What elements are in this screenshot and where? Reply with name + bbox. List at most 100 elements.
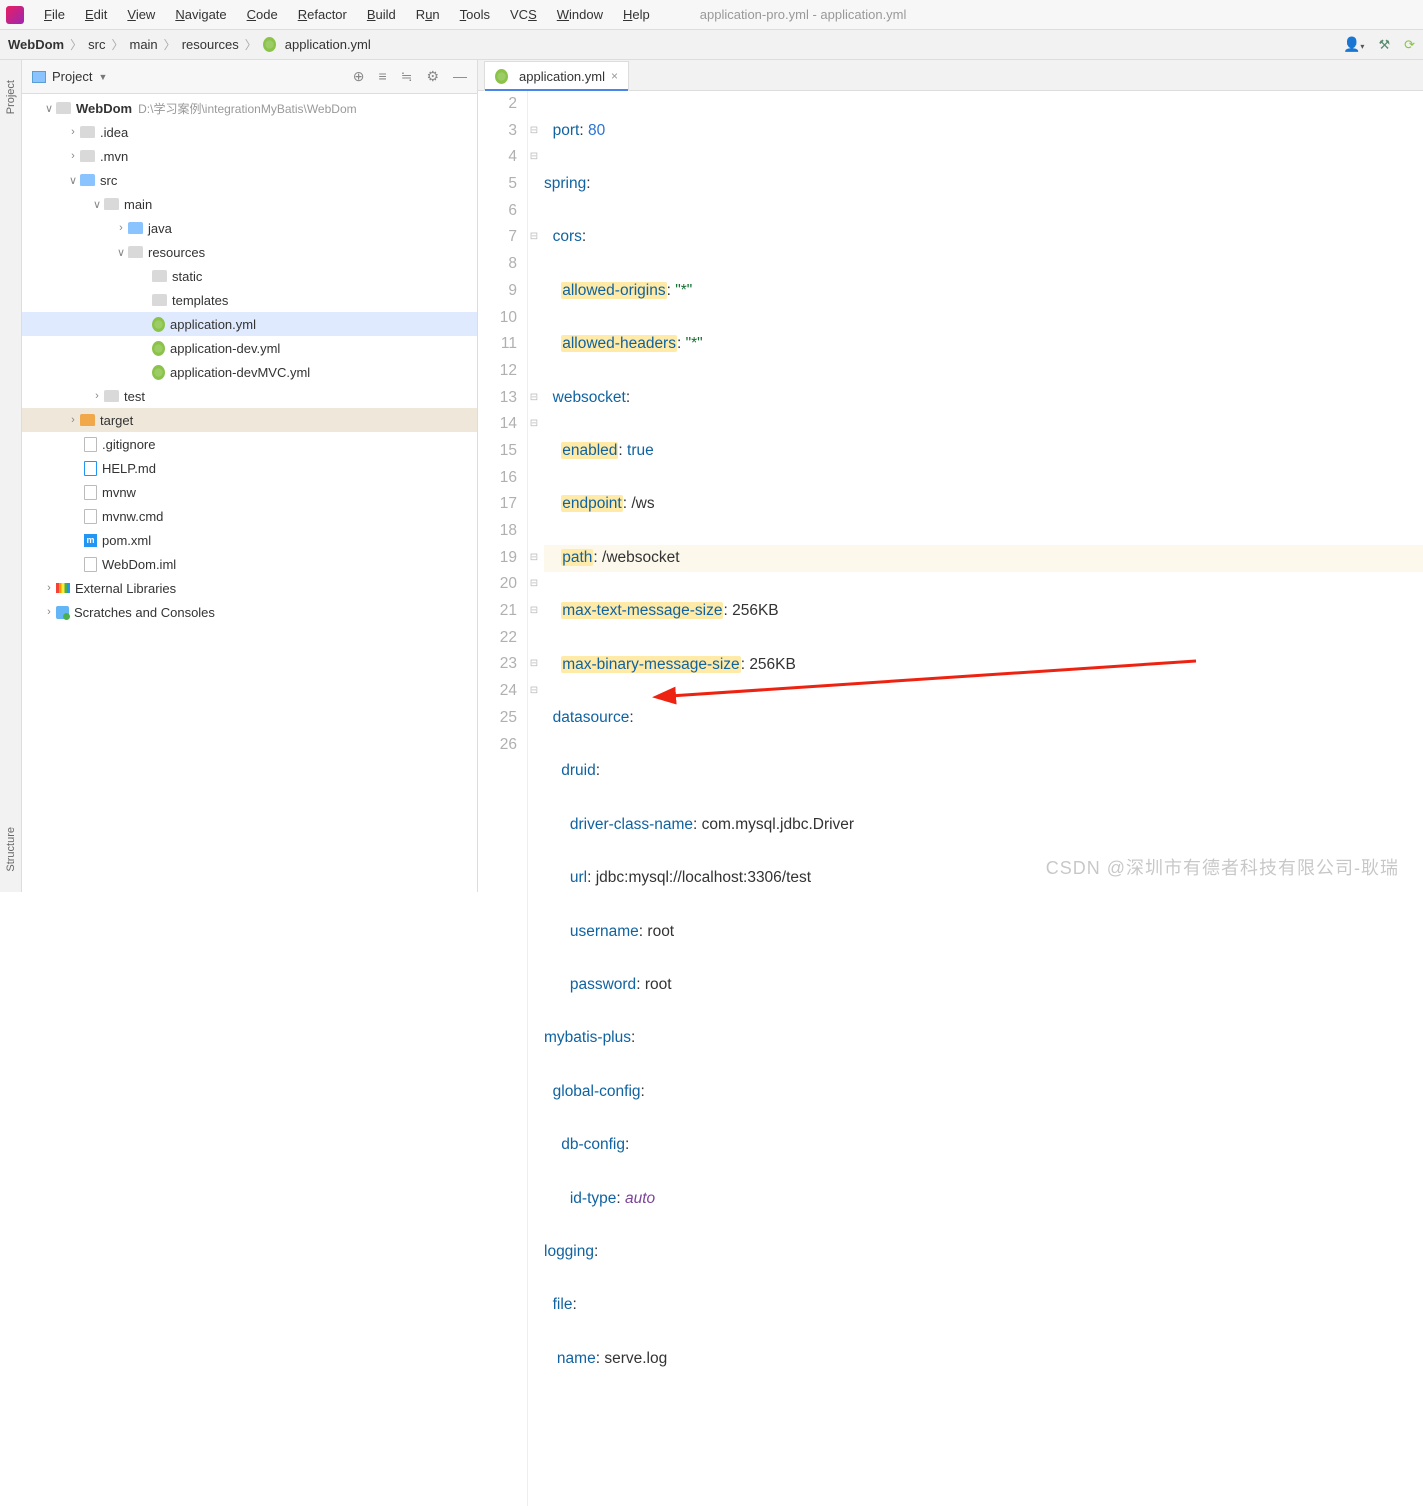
tree-gitignore[interactable]: .gitignore (22, 432, 477, 456)
tree-iml[interactable]: WebDom.iml (22, 552, 477, 576)
tree-pom[interactable]: mpom.xml (22, 528, 477, 552)
file-icon (84, 557, 97, 572)
tree-src[interactable]: ∨src (22, 168, 477, 192)
tree-ext-lib[interactable]: ›External Libraries (22, 576, 477, 600)
menu-help[interactable]: Help (613, 3, 660, 26)
sidebar-tab-structure[interactable]: Structure (5, 827, 17, 872)
maven-icon: m (84, 534, 97, 547)
menu-refactor[interactable]: Refactor (288, 3, 357, 26)
menu-vcs[interactable]: VCS (500, 3, 547, 26)
crumb-main[interactable]: main (129, 37, 157, 52)
tree-app-yml[interactable]: application.yml (22, 312, 477, 336)
menu-code[interactable]: Code (237, 3, 288, 26)
collapse-icon[interactable]: ≒ (401, 68, 413, 85)
user-icon[interactable]: 👤▾ (1343, 36, 1364, 53)
tree-help[interactable]: HELP.md (22, 456, 477, 480)
editor-tabs: application.yml × (478, 60, 1423, 91)
menu-tools[interactable]: Tools (450, 3, 500, 26)
tab-application-yml[interactable]: application.yml × (484, 61, 629, 91)
folder-icon (80, 414, 95, 426)
breadcrumb: WebDom 〉 src 〉 main 〉 resources 〉 applic… (8, 36, 371, 53)
tree-mvnw[interactable]: mvnw (22, 480, 477, 504)
scratch-icon (56, 606, 69, 619)
locate-icon[interactable]: ⊕ (353, 68, 365, 85)
crumb-src[interactable]: src (88, 37, 105, 52)
chevron-right-icon: 〉 (164, 36, 176, 53)
chevron-down-icon[interactable]: ▼ (98, 72, 107, 82)
crumb-resources[interactable]: resources (182, 37, 239, 52)
tree-resources[interactable]: ∨resources (22, 240, 477, 264)
code-area[interactable]: port: 80 spring: cors: allowed-origins: … (540, 91, 1423, 1506)
folder-icon (128, 222, 143, 234)
tree-scratches[interactable]: ›Scratches and Consoles (22, 600, 477, 624)
yml-icon (152, 341, 165, 356)
line-gutter: 2345678910111213141516171819202122232425… (478, 91, 528, 1506)
tree-app-dev[interactable]: application-dev.yml (22, 336, 477, 360)
nav-bar: WebDom 〉 src 〉 main 〉 resources 〉 applic… (0, 30, 1423, 60)
expand-icon[interactable]: ≡ (379, 68, 387, 85)
library-icon (56, 583, 70, 593)
tree-mvn[interactable]: ›.mvn (22, 144, 477, 168)
yml-icon (152, 317, 165, 332)
folder-icon (80, 174, 95, 186)
file-icon (84, 485, 97, 500)
editor-body[interactable]: 2345678910111213141516171819202122232425… (478, 91, 1423, 1506)
app-icon (6, 6, 24, 24)
menu-file[interactable]: File (34, 3, 75, 26)
folder-icon (152, 270, 167, 282)
project-panel: Project ▼ ⊕ ≡ ≒ ⚙ — ∨WebDomD:\学习案例\integ… (22, 60, 478, 892)
hide-icon[interactable]: — (453, 68, 467, 85)
run-icon[interactable]: ⟳ (1404, 37, 1415, 53)
build-icon[interactable]: ⚒ (1378, 37, 1390, 53)
tree-target[interactable]: ›target (22, 408, 477, 432)
folder-icon (104, 390, 119, 402)
yml-icon (152, 365, 165, 380)
folder-icon (128, 246, 143, 258)
menu-run[interactable]: Run (406, 3, 450, 26)
chevron-right-icon: 〉 (70, 36, 82, 53)
md-icon (84, 461, 97, 476)
file-icon (84, 437, 97, 452)
menu-window[interactable]: Window (547, 3, 613, 26)
project-tree: ∨WebDomD:\学习案例\integrationMyBatis\WebDom… (22, 94, 477, 892)
fold-gutter: ⊟⊟⊟⊟⊟⊟⊟⊟⊟⊟ (528, 91, 540, 1506)
crumb-root[interactable]: WebDom (8, 37, 64, 52)
panel-header: Project ▼ ⊕ ≡ ≒ ⚙ — (22, 60, 477, 94)
panel-title[interactable]: Project (52, 69, 92, 84)
settings-icon[interactable]: ⚙ (426, 68, 439, 85)
tree-test[interactable]: ›test (22, 384, 477, 408)
project-view-icon (32, 71, 46, 83)
tab-label: application.yml (519, 69, 605, 84)
menu-bar: File Edit View Navigate Code Refactor Bu… (0, 0, 1423, 30)
sidebar-tab-project[interactable]: Project (5, 80, 17, 114)
folder-icon (80, 126, 95, 138)
nav-toolbar: 👤▾ ⚒ ⟳ (1343, 36, 1415, 53)
panel-toolbar: ⊕ ≡ ≒ ⚙ — (353, 68, 467, 85)
tree-mvnwcmd[interactable]: mvnw.cmd (22, 504, 477, 528)
folder-icon (56, 102, 71, 114)
menu-view[interactable]: View (117, 3, 165, 26)
crumb-file[interactable]: application.yml (263, 37, 371, 52)
tree-app-devmvc[interactable]: application-devMVC.yml (22, 360, 477, 384)
window-title: application-pro.yml - application.yml (700, 7, 907, 22)
tree-static[interactable]: static (22, 264, 477, 288)
folder-icon (80, 150, 95, 162)
yml-icon (263, 37, 276, 52)
chevron-right-icon: 〉 (245, 36, 257, 53)
close-icon[interactable]: × (611, 69, 618, 83)
tree-java[interactable]: ›java (22, 216, 477, 240)
folder-icon (104, 198, 119, 210)
chevron-right-icon: 〉 (111, 36, 123, 53)
tree-main[interactable]: ∨main (22, 192, 477, 216)
tree-root[interactable]: ∨WebDomD:\学习案例\integrationMyBatis\WebDom (22, 96, 477, 120)
editor-area: application.yml × 2345678910111213141516… (478, 60, 1423, 892)
menu-edit[interactable]: Edit (75, 3, 117, 26)
watermark: CSDN @深圳市有德者科技有限公司-耿瑞 (1046, 854, 1399, 880)
folder-icon (152, 294, 167, 306)
file-icon (84, 509, 97, 524)
menu-navigate[interactable]: Navigate (165, 3, 236, 26)
left-tool-strip: Project Structure (0, 60, 22, 892)
tree-templates[interactable]: templates (22, 288, 477, 312)
menu-build[interactable]: Build (357, 3, 406, 26)
tree-idea[interactable]: ›.idea (22, 120, 477, 144)
